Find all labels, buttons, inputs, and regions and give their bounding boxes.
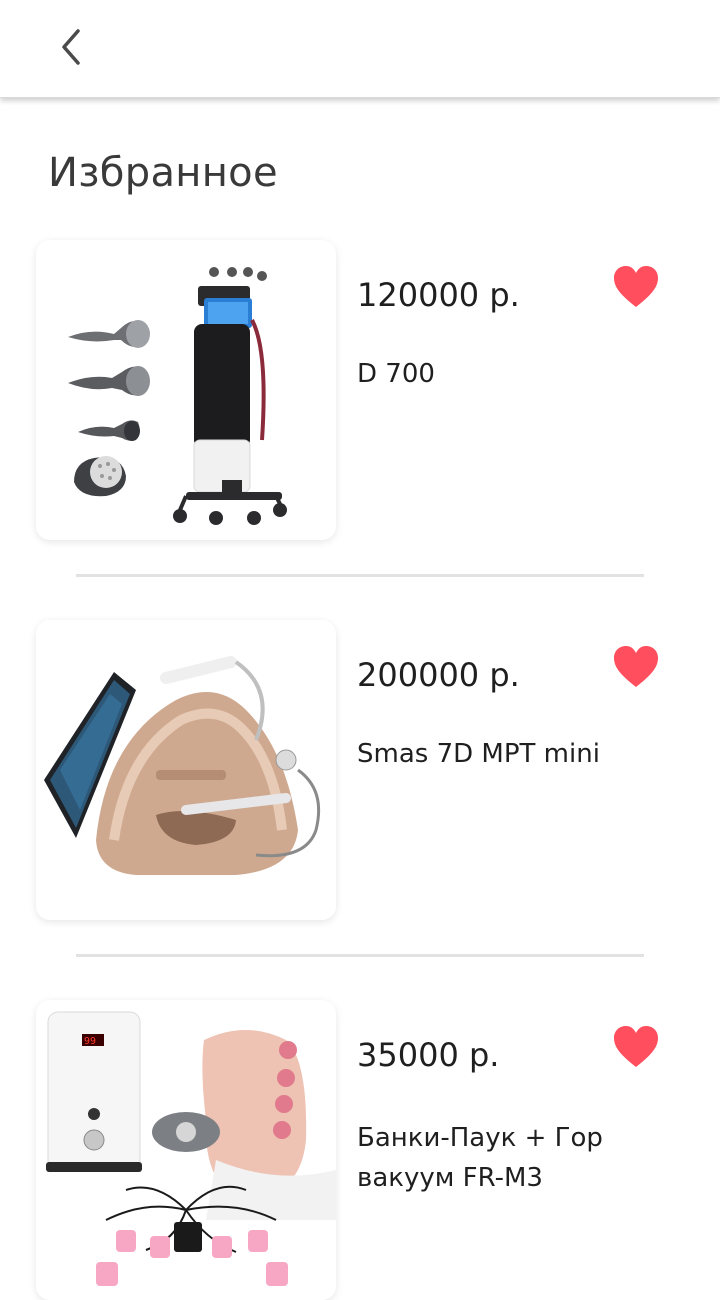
product-image-card[interactable]: 99 — [36, 1000, 336, 1300]
svg-text:99: 99 — [84, 1036, 96, 1047]
chevron-left-icon — [62, 29, 80, 65]
product-price: 35000 р. — [357, 1036, 500, 1074]
product-image-card[interactable] — [36, 620, 336, 920]
product-name[interactable]: Банки-Паук + Гор вакуум FR-M3 — [357, 1118, 657, 1198]
product-name[interactable]: D 700 — [357, 354, 657, 394]
divider — [76, 574, 644, 577]
heart-icon[interactable] — [612, 265, 660, 309]
product-price: 200000 р. — [357, 656, 520, 694]
product-image — [36, 620, 336, 920]
heart-icon[interactable] — [612, 1025, 660, 1069]
heart-icon[interactable] — [612, 645, 660, 689]
page-title: Избранное — [48, 150, 278, 196]
back-button[interactable] — [44, 20, 98, 74]
product-name[interactable]: Smas 7D MPT mini — [357, 734, 657, 774]
product-image — [36, 240, 336, 540]
product-image: 99 — [36, 1000, 336, 1300]
divider — [76, 954, 644, 957]
product-price: 120000 р. — [357, 276, 520, 314]
top-app-bar — [0, 0, 720, 98]
product-image-card[interactable] — [36, 240, 336, 540]
